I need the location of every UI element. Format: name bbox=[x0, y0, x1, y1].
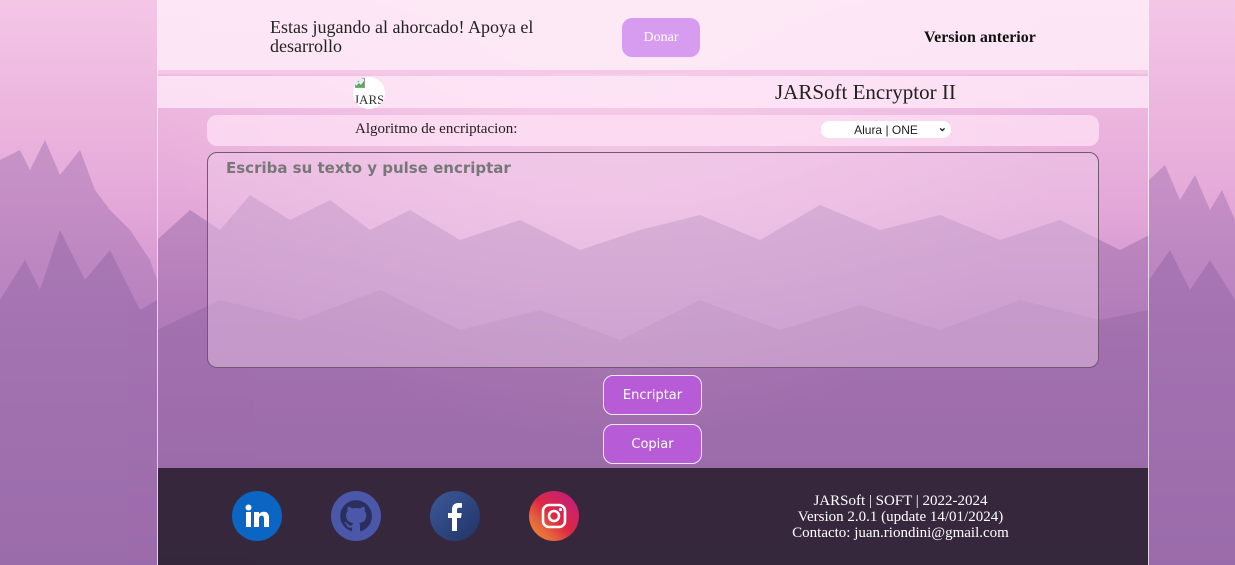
algorithm-label: Algoritmo de encriptacion: bbox=[355, 121, 518, 137]
text-input-placeholder: Escriba su texto y pulse encriptar bbox=[226, 159, 511, 177]
previous-version-link[interactable]: Version anterior bbox=[924, 29, 1036, 47]
facebook-icon[interactable] bbox=[430, 491, 480, 541]
logo-image: JARS bbox=[353, 77, 385, 109]
footer-info: JARSoft | SOFT | 2022-2024 Version 2.0.1… bbox=[748, 493, 1053, 541]
main-container: Estas jugando al ahorcado! Apoya el desa… bbox=[157, 0, 1149, 565]
linkedin-icon[interactable] bbox=[232, 491, 282, 541]
chevron-down-icon: ⌄ bbox=[937, 122, 947, 134]
footer-contact: Contacto: juan.riondini@gmail.com bbox=[792, 525, 1009, 541]
algorithm-selected-value: Alura | ONE bbox=[854, 122, 918, 137]
logo-alt-text: JARS bbox=[354, 92, 385, 107]
encrypt-button[interactable]: Encriptar bbox=[603, 375, 702, 415]
footer-version: Version 2.0.1 (update 14/01/2024) bbox=[797, 509, 1004, 525]
top-banner: Estas jugando al ahorcado! Apoya el desa… bbox=[158, 0, 1148, 74]
broken-image-icon bbox=[355, 78, 365, 88]
donate-button[interactable]: Donar bbox=[622, 18, 700, 57]
footer: JARSoft | SOFT | 2022-2024 Version 2.0.1… bbox=[158, 468, 1148, 565]
copy-button[interactable]: Copiar bbox=[603, 424, 702, 464]
instagram-icon[interactable] bbox=[529, 491, 579, 541]
algorithm-select[interactable]: Alura | ONE ⌄ bbox=[821, 121, 951, 138]
text-input-area[interactable]: Escriba su texto y pulse encriptar bbox=[207, 152, 1099, 368]
app-title: JARSoft Encryptor II bbox=[775, 80, 956, 104]
footer-copyright: JARSoft | SOFT | 2022-2024 bbox=[813, 493, 988, 509]
title-bar: JARS JARSoft Encryptor II bbox=[158, 76, 1148, 109]
github-icon[interactable] bbox=[331, 491, 381, 541]
support-message: Estas jugando al ahorcado! Apoya el desa… bbox=[270, 17, 534, 56]
algorithm-bar: Algoritmo de encriptacion: Alura | ONE ⌄ bbox=[207, 115, 1099, 146]
